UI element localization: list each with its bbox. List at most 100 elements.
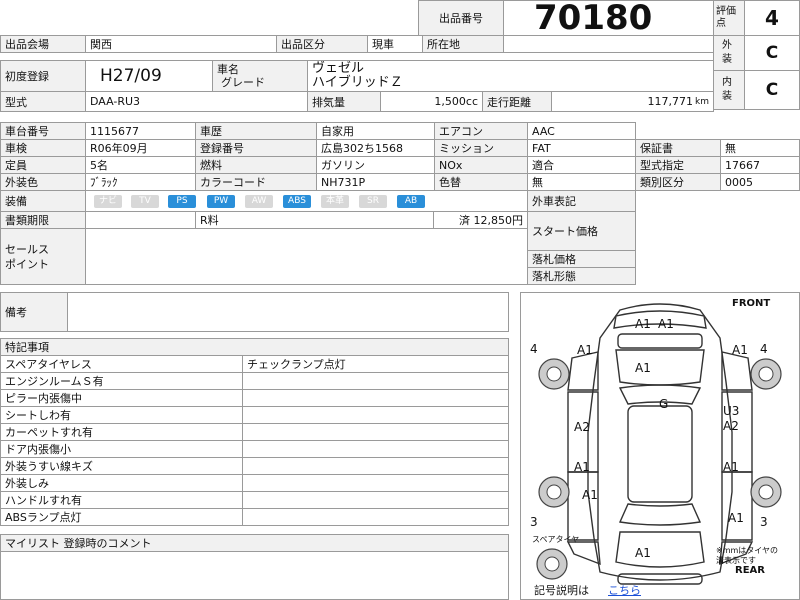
outer-mark-label: 外車表記 [527,190,636,212]
special-item: エンジンルームＳ有 [0,372,243,390]
equip-navi-badge: ナビ [94,195,122,208]
special-notes-header: 特記事項 [0,338,509,356]
location-label: 所在地 [422,35,504,53]
mark-front-right-door-2: A2 [723,419,739,433]
tire-depth-front-right: 4 [760,342,768,356]
first-reg-label: 初度登録 [0,60,86,92]
grade-label: グレード [221,76,265,89]
model-label: 型式 [0,91,86,112]
legend-link[interactable]: こちら [608,585,641,596]
equip-pw-badge: PW [207,195,235,208]
special-item: シートしわ有 [0,406,243,424]
name-label: 車名 [217,63,239,76]
tire-depth-rear-right: 3 [760,515,768,529]
displacement-label: 排気量 [307,91,381,112]
equip-tv-badge: TV [131,195,159,208]
lot-number-cell: 70180 [503,0,714,36]
hood-shape [615,349,705,386]
exterior-label: 外装 [713,35,745,71]
lot-number: 70180 [534,0,653,36]
special-item: ピラー内張傷中 [0,389,243,407]
first-reg-value: H27/09 [85,60,213,92]
mark-front-bumper-2: A1 [658,317,674,331]
legend-text: 記号説明は [534,584,589,597]
mark-front-left-fender: A1 [577,343,593,357]
mileage-cell: 117,771 km [551,91,714,112]
location-value [503,35,714,53]
r-fee-value: 済 12,850円 [433,211,528,229]
equip-ps-badge: PS [168,195,196,208]
color-code-label: カラーコード [195,173,317,191]
bid-price-label: 落札価格 [527,250,636,268]
class-label: 類別区分 [635,173,721,191]
capacity-label: 定員 [0,156,86,174]
inspection-label: 車検 [0,139,86,157]
type-designation-value: 17667 [720,156,800,174]
category-value: 現車 [367,35,423,53]
rear-label: REAR [735,565,765,576]
plate-label: 登録番号 [195,139,317,157]
venue-value: 関西 [85,35,277,53]
mission-label: ミッション [434,139,528,157]
special-item-right-empty [242,423,509,441]
class-value: 0005 [720,173,800,191]
bid-form-label: 落札形態 [527,267,636,285]
special-item: ABSランプ点灯 [0,508,243,526]
capacity-value: 5名 [85,156,196,174]
aircon-value: AAC [527,122,636,140]
special-item-right-empty [242,389,509,407]
remarks-label: 備考 [0,292,68,332]
lot-label-text: 出品番号 [439,12,483,25]
special-item: ハンドルすれ有 [0,491,243,509]
mylist-comment-value [0,551,509,600]
warranty-value: 無 [720,139,800,157]
mark-front-bumper-1: A1 [635,317,651,331]
history-label: 車歴 [195,122,317,140]
mark-front-right-fender: A1 [732,343,748,357]
history-value: 自家用 [316,122,435,140]
lot-number-label: 出品番号 [418,0,504,36]
special-item: 外装うすい線キズ [0,457,243,475]
special-item-right-empty [242,440,509,458]
special-item-right-empty [242,372,509,390]
mark-rear-right-fender: A1 [728,511,744,525]
roof-shape [627,405,693,503]
mark-rear-left-door: A1 [574,460,590,474]
equip-leather-badge: 本革 [321,195,349,208]
mark-rear-right-door: A1 [723,460,739,474]
equipment-label: 装備 [0,190,86,212]
front-label: FRONT [732,298,771,309]
color-label: 外装色 [0,173,86,191]
chassis-label: 車台番号 [0,122,86,140]
rear-bumper-shape [617,573,703,585]
equip-sr-badge: SR [359,195,387,208]
name-grade-value: ヴェゼル ハイブリッドＺ [307,60,714,92]
rear-window-shape [618,503,702,526]
mileage-value: 117,771 [647,95,694,108]
exterior-value: C [744,35,800,71]
tire-depth-note: ※mmはタイヤの 溝表示です [716,546,779,565]
special-item-right: チェックランプ点灯 [242,355,509,373]
name-value: ヴェゼル [312,61,365,76]
name-grade-label: 車名 グレード [212,60,308,92]
special-item-right-empty [242,474,509,492]
start-price-label: スタート価格 [527,211,636,251]
mark-hood: A1 [635,361,651,375]
score-label: 評価点 [713,0,745,36]
interior-label: 内装 [713,70,745,110]
color-value: ﾌﾞﾗｯｸ [85,173,196,191]
score-value: 4 [744,0,800,36]
equip-ab-badge: AB [397,195,425,208]
special-item-right-empty [242,457,509,475]
special-item-right-empty [242,491,509,509]
sales-point-value [85,228,528,285]
special-item: カーペットすれ有 [0,423,243,441]
mission-value: FAT [527,139,636,157]
mark-front-left-door: A2 [574,420,590,434]
repaint-label: 色替 [434,173,528,191]
sales-point-label: セールス ポイント [0,228,86,285]
mark-roof: G [659,397,669,411]
trunk-shape [615,531,705,568]
chassis-value: 1115677 [85,122,196,140]
fuel-label: 燃料 [195,156,317,174]
